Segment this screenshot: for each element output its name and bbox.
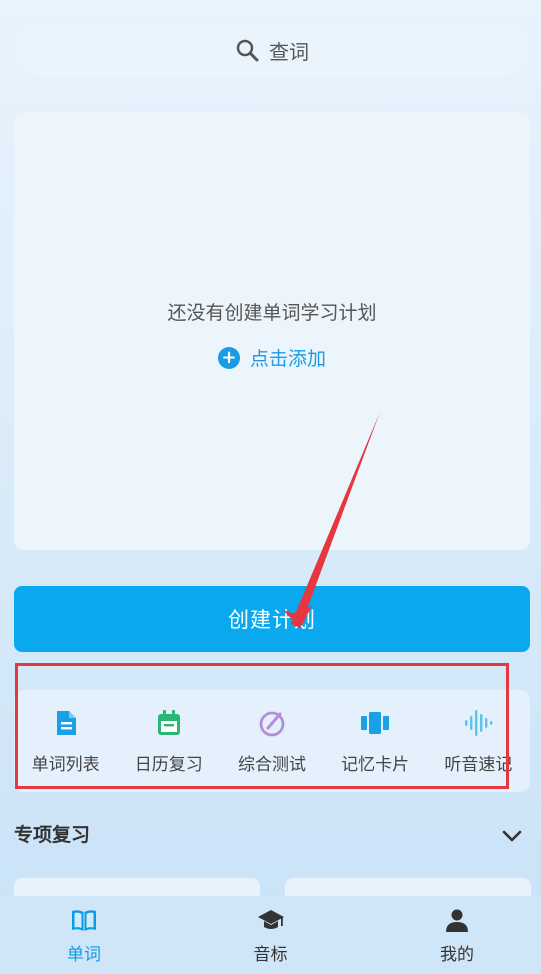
section-title: 专项复习 [14, 824, 91, 846]
search-label: 查词 [269, 39, 309, 64]
search-bar[interactable]: 查词 [14, 24, 530, 76]
book-icon [72, 909, 96, 931]
chevron-down-icon[interactable] [500, 824, 524, 848]
tool-label: 日历复习 [134, 754, 203, 775]
tools-row: 单词列表 日历复习 综合测试 记忆卡片 听音速记 [14, 690, 530, 792]
create-plan-button[interactable]: 创建计划 [14, 586, 530, 652]
plan-empty-text: 还没有创建单词学习计划 [167, 302, 377, 324]
tool-label: 单词列表 [31, 754, 100, 775]
search-icon [236, 39, 259, 62]
add-plan-label: 点击添加 [249, 348, 326, 370]
tab-me[interactable]: 我的 [411, 896, 503, 974]
tool-listen-memorize[interactable]: 听音速记 [430, 708, 526, 775]
add-plan-link[interactable]: + 点击添加 [14, 344, 530, 371]
tool-label: 综合测试 [237, 754, 306, 775]
plan-card: 还没有创建单词学习计划 + 点击添加 [14, 112, 530, 550]
tool-comprehensive-test[interactable]: 综合测试 [224, 708, 320, 775]
bottom-tab-bar: 单词 音标 我的 [0, 896, 541, 974]
tool-label: 听音速记 [444, 754, 513, 775]
tool-label: 记忆卡片 [341, 754, 410, 775]
cards-icon [361, 711, 390, 734]
tool-memory-cards[interactable]: 记忆卡片 [327, 708, 423, 775]
tool-word-list[interactable]: 单词列表 [18, 708, 114, 775]
user-icon [446, 909, 468, 932]
document-list-icon [56, 710, 76, 735]
plus-circle-icon: + [217, 346, 240, 369]
tab-label: 音标 [253, 944, 288, 965]
tab-label: 我的 [440, 944, 474, 965]
tab-phonetics[interactable]: 音标 [225, 896, 317, 974]
graduation-cap-icon [257, 909, 284, 929]
tool-calendar-review[interactable]: 日历复习 [121, 708, 217, 775]
sound-wave-icon [465, 709, 493, 736]
tab-label: 单词 [67, 944, 101, 965]
tab-words[interactable]: 单词 [38, 896, 130, 974]
compass-test-icon [259, 711, 285, 736]
calendar-icon [157, 709, 180, 735]
